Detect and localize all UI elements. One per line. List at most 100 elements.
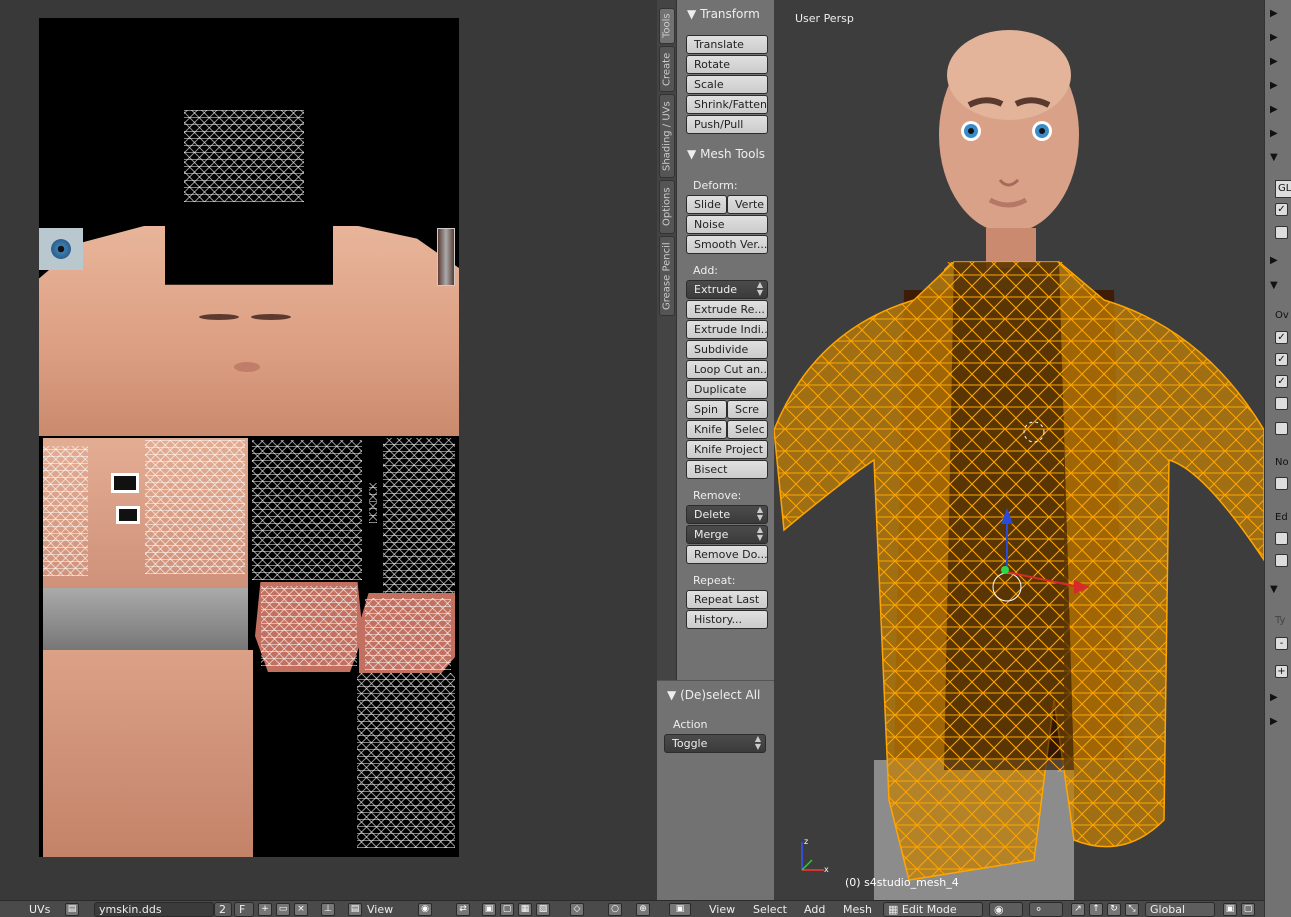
image-name-field[interactable]: ymskin.dds <box>94 902 214 917</box>
checkbox[interactable]: ✓ <box>1275 375 1288 388</box>
checkbox[interactable] <box>1275 422 1288 435</box>
knife-button[interactable]: Knife <box>686 420 727 439</box>
translate-button[interactable]: Translate <box>686 35 768 54</box>
mesh-tools-panel-header[interactable]: ▼ Mesh Tools <box>687 147 765 161</box>
panel-arrow-icon[interactable]: ▶ <box>1270 716 1291 732</box>
subdivide-button[interactable]: Subdivide <box>686 340 768 359</box>
uvs-menu[interactable]: UVs <box>29 903 50 916</box>
uv-image-editor[interactable] <box>0 0 657 900</box>
history-button[interactable]: History... <box>686 610 768 629</box>
image-browse-icon[interactable]: ▤ <box>65 903 79 916</box>
bisect-button[interactable]: Bisect <box>686 460 768 479</box>
editor-type-icon[interactable]: ▣ <box>669 903 691 916</box>
remove-doubles-button[interactable]: Remove Do... <box>686 545 768 564</box>
delete-dropdown[interactable]: Delete ▲ ▼ <box>686 505 768 524</box>
new-image-icon[interactable]: + <box>258 903 272 916</box>
smooth-vertex-button[interactable]: Smooth Ver... <box>686 235 768 254</box>
3d-viewport[interactable]: User Persp z x (0) s4studio_mesh_4 <box>774 0 1264 900</box>
mode-dropdown[interactable]: ▦ Edit Mode <box>883 902 983 917</box>
deselect-all-panel-header[interactable]: ▼ (De)select All <box>667 688 760 702</box>
uv-texture-canvas[interactable] <box>39 18 459 857</box>
vertex-button[interactable]: Verte <box>727 195 768 214</box>
proportional-icon[interactable]: ○ <box>608 903 622 916</box>
push-pull-button[interactable]: Push/Pull <box>686 115 768 134</box>
panel-arrow-icon[interactable]: ▶ <box>1270 128 1291 144</box>
slide-button[interactable]: Slide <box>686 195 727 214</box>
vertex-select-icon[interactable]: ▣ <box>482 903 496 916</box>
translate-icon[interactable]: ↑ <box>1089 903 1103 916</box>
select-button[interactable]: Selec <box>727 420 768 439</box>
rotate-button[interactable]: Rotate <box>686 55 768 74</box>
open-image-icon[interactable]: ▭ <box>276 903 290 916</box>
checkbox[interactable]: ✓ <box>1275 331 1288 344</box>
view-menu[interactable]: View <box>709 903 735 916</box>
edge-select-icon[interactable]: ▢ <box>500 903 514 916</box>
knife-project-button[interactable]: Knife Project <box>686 440 768 459</box>
pin-icon[interactable]: ⊥ <box>321 903 335 916</box>
checkbox[interactable] <box>1275 226 1288 239</box>
add-menu[interactable]: Add <box>804 903 825 916</box>
panel-arrow-icon[interactable]: ▶ <box>1270 32 1291 48</box>
action-label: Action <box>673 718 708 731</box>
snap-icon[interactable]: ⊕ <box>636 903 650 916</box>
panel-arrow-icon[interactable]: ▼ <box>1270 584 1291 600</box>
view-menu[interactable]: View <box>367 903 393 916</box>
panel-arrow-icon[interactable]: ▶ <box>1270 692 1291 708</box>
scale-button[interactable]: Scale <box>686 75 768 94</box>
sync-selection-icon[interactable]: ⇄ <box>456 903 470 916</box>
gl-button[interactable]: GL <box>1275 180 1291 198</box>
panel-arrow-icon[interactable]: ▶ <box>1270 255 1291 271</box>
tab-grease-pencil[interactable]: Grease Pencil <box>659 236 675 316</box>
extrude-region-button[interactable]: Extrude Re... <box>686 300 768 319</box>
action-dropdown[interactable]: Toggle ▲ ▼ <box>664 734 766 753</box>
plus-button[interactable]: + <box>1275 665 1288 678</box>
tab-shading-uvs[interactable]: Shading / UVs <box>659 94 675 178</box>
merge-dropdown[interactable]: Merge ▲ ▼ <box>686 525 768 544</box>
shading-dropdown[interactable]: ◉ <box>989 902 1023 917</box>
checkbox[interactable] <box>1275 397 1288 410</box>
panel-arrow-icon[interactable]: ▶ <box>1270 104 1291 120</box>
mesh-menu[interactable]: Mesh <box>843 903 872 916</box>
duplicate-button[interactable]: Duplicate <box>686 380 768 399</box>
panel-arrow-icon[interactable]: ▶ <box>1270 56 1291 72</box>
extrude-dropdown[interactable]: Extrude ▲ ▼ <box>686 280 768 299</box>
fake-user-toggle[interactable]: F <box>234 902 254 917</box>
pivot-icon[interactable]: ◉ <box>418 903 432 916</box>
minus-button[interactable]: - <box>1275 637 1288 650</box>
extrude-individual-button[interactable]: Extrude Indi... <box>686 320 768 339</box>
checkbox[interactable] <box>1275 554 1288 567</box>
repeat-last-button[interactable]: Repeat Last <box>686 590 768 609</box>
screw-button[interactable]: Scre <box>727 400 768 419</box>
scale-icon[interactable]: ⤡ <box>1125 903 1139 916</box>
spin-button[interactable]: Spin <box>686 400 727 419</box>
panel-arrow-icon[interactable]: ▼ <box>1270 280 1291 296</box>
vertex-select-icon[interactable]: ▣ <box>1223 903 1237 916</box>
shrink-fatten-button[interactable]: Shrink/Fatten <box>686 95 768 114</box>
rotate-icon[interactable]: ↻ <box>1107 903 1121 916</box>
noise-button[interactable]: Noise <box>686 215 768 234</box>
checkbox[interactable]: ✓ <box>1275 203 1288 216</box>
edge-select-icon[interactable]: ▢ <box>1241 903 1255 916</box>
orientation-dropdown[interactable]: Global <box>1145 902 1215 917</box>
view-menu-icon[interactable]: ▤ <box>348 903 362 916</box>
tab-tools[interactable]: Tools <box>659 8 675 44</box>
transform-panel-header[interactable]: ▼ Transform <box>687 7 760 21</box>
close-icon[interactable]: × <box>294 903 308 916</box>
panel-arrow-icon[interactable]: ▼ <box>1270 152 1291 168</box>
pivot-dropdown[interactable]: ⚬ <box>1029 902 1063 917</box>
scene-canvas[interactable]: z x <box>774 0 1264 900</box>
panel-arrow-icon[interactable]: ▶ <box>1270 8 1291 24</box>
checkbox[interactable] <box>1275 532 1288 545</box>
manipulator-icon[interactable]: ↗ <box>1071 903 1085 916</box>
checkbox[interactable]: ✓ <box>1275 353 1288 366</box>
sticky-mode-icon[interactable]: ◇ <box>570 903 584 916</box>
normals-icon[interactable] <box>1275 477 1288 490</box>
select-menu[interactable]: Select <box>753 903 787 916</box>
image-users-count[interactable]: 2 <box>214 902 232 917</box>
loop-cut-button[interactable]: Loop Cut an... <box>686 360 768 379</box>
panel-arrow-icon[interactable]: ▶ <box>1270 80 1291 96</box>
tab-options[interactable]: Options <box>659 180 675 234</box>
island-select-icon[interactable]: ▧ <box>536 903 550 916</box>
tab-create[interactable]: Create <box>659 46 675 92</box>
face-select-icon[interactable]: ▦ <box>518 903 532 916</box>
